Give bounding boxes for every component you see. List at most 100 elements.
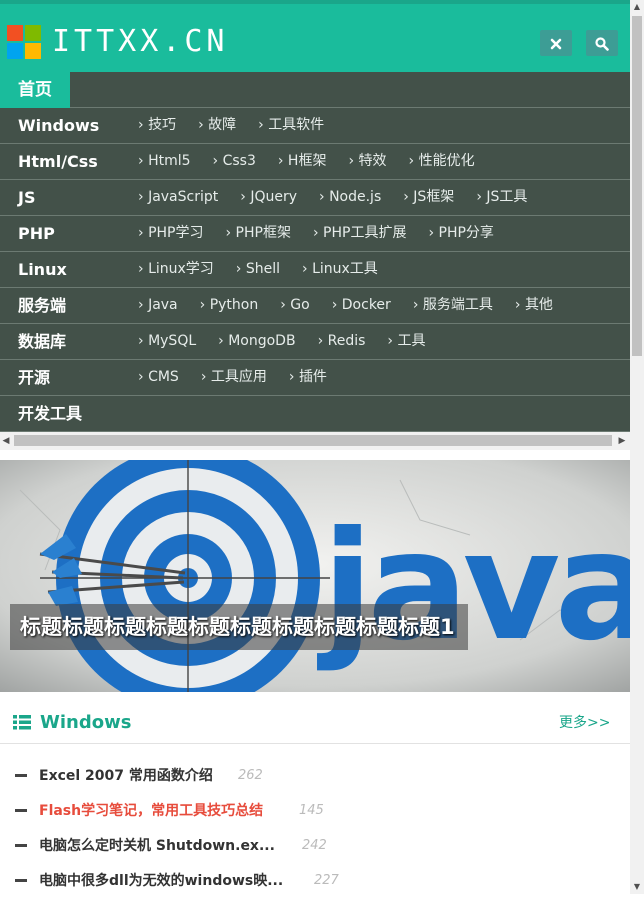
- search-button[interactable]: [586, 30, 618, 56]
- nav-home-row: 首页: [0, 72, 630, 108]
- nav-sub-link[interactable]: Python: [200, 297, 259, 313]
- nav-sub-link[interactable]: JQuery: [240, 189, 297, 205]
- nav-sub-link[interactable]: JS框架: [403, 189, 454, 205]
- dash-bullet-icon: [15, 774, 27, 777]
- close-icon: [550, 38, 562, 49]
- nav-row: JS JavaScript JQuery Node.js JS框架 JS工具: [0, 180, 630, 216]
- nav-subcategories: MySQL MongoDB Redis 工具: [138, 324, 447, 359]
- nav-subcategories: JavaScript JQuery Node.js JS框架 JS工具: [138, 180, 549, 215]
- vertical-scrollbar[interactable]: ▲ ▼: [630, 0, 644, 894]
- scroll-left-arrow-icon[interactable]: ◀: [0, 432, 12, 450]
- banner-slide[interactable]: java 标题标题标题标题标题标题标题标题标题标题1: [0, 460, 630, 692]
- nav-subcategories: Linux学习 Shell Linux工具: [138, 252, 400, 287]
- nav-row: 服务端 Java Python Go Docker 服务端工具 其他: [0, 288, 630, 324]
- search-icon: [595, 36, 609, 51]
- nav-sub-link[interactable]: JS工具: [476, 189, 527, 205]
- nav-sub-link[interactable]: Linux工具: [302, 261, 378, 277]
- horizontal-scroll-thumb[interactable]: [14, 435, 612, 446]
- nav-sub-link[interactable]: Docker: [332, 297, 391, 313]
- nav-sub-link[interactable]: Redis: [318, 333, 366, 349]
- article-title[interactable]: Excel 2007 常用函数介绍: [39, 764, 213, 788]
- view-count: 145: [299, 803, 324, 818]
- nav-sub-link[interactable]: 工具应用: [201, 369, 267, 385]
- nav-row: 开发工具: [0, 396, 630, 432]
- nav-category[interactable]: JS: [18, 180, 35, 215]
- nav-sub-link[interactable]: Linux学习: [138, 261, 214, 277]
- nav-sub-link[interactable]: 工具: [387, 333, 425, 349]
- list-item[interactable]: Excel 2007 常用函数介绍 262: [0, 760, 630, 795]
- banner-image: java: [0, 460, 630, 692]
- view-count: 242: [302, 838, 327, 853]
- nav-sub-link[interactable]: Html5: [138, 153, 191, 169]
- banner-caption[interactable]: 标题标题标题标题标题标题标题标题标题标题1: [10, 604, 468, 650]
- site-name[interactable]: ITTXX.CN: [52, 22, 229, 62]
- nav-sub-link[interactable]: 技巧: [138, 117, 176, 133]
- nav-home-tab[interactable]: 首页: [0, 72, 70, 108]
- nav-sub-link[interactable]: H框架: [278, 153, 327, 169]
- nav-category[interactable]: 开源: [18, 360, 50, 395]
- nav-sub-link[interactable]: PHP框架: [225, 225, 290, 241]
- dash-bullet-icon: [15, 844, 27, 847]
- nav-sub-link[interactable]: 特效: [348, 153, 386, 169]
- horizontal-scrollbar[interactable]: ◀ ▶: [0, 432, 630, 450]
- nav-category[interactable]: Html/Css: [18, 144, 98, 179]
- scroll-right-arrow-icon[interactable]: ▶: [616, 432, 628, 450]
- nav-sub-link[interactable]: Css3: [213, 153, 256, 169]
- nav-row: 开源 CMS 工具应用 插件: [0, 360, 630, 396]
- nav-category[interactable]: PHP: [18, 216, 55, 251]
- windows-logo-icon[interactable]: [7, 25, 41, 59]
- site-header: ITTXX.CN: [0, 0, 630, 72]
- close-button[interactable]: [540, 30, 572, 56]
- dash-bullet-icon: [15, 809, 27, 812]
- nav-category[interactable]: 数据库: [18, 324, 66, 359]
- article-title[interactable]: Flash学习笔记，常用工具技巧总结: [39, 799, 263, 823]
- vertical-scroll-thumb[interactable]: [632, 16, 642, 356]
- nav-sub-link[interactable]: 插件: [289, 369, 327, 385]
- nav-row: PHP PHP学习 PHP框架 PHP工具扩展 PHP分享: [0, 216, 630, 252]
- windows-section-header: Windows 更多>>: [0, 703, 630, 744]
- article-list: Excel 2007 常用函数介绍 262 Flash学习笔记，常用工具技巧总结 14…: [0, 760, 630, 900]
- nav-subcategories: Java Python Go Docker 服务端工具 其他: [138, 288, 575, 323]
- list-item[interactable]: 电脑怎么定时关机 Shutdown.ex... 242: [0, 830, 630, 865]
- nav-subcategories: 技巧 故障 工具软件: [138, 108, 346, 143]
- nav-sub-link[interactable]: PHP分享: [428, 225, 493, 241]
- nav-subcategories: PHP学习 PHP框架 PHP工具扩展 PHP分享: [138, 216, 516, 251]
- scroll-down-arrow-icon[interactable]: ▼: [630, 880, 644, 894]
- section-title[interactable]: Windows: [40, 709, 131, 737]
- more-link[interactable]: 更多>>: [559, 711, 610, 735]
- article-title[interactable]: 电脑中很多dll为无效的windows映...: [39, 869, 283, 893]
- nav-sub-link[interactable]: 服务端工具: [413, 297, 493, 313]
- nav-sub-link[interactable]: MySQL: [138, 333, 196, 349]
- dash-bullet-icon: [15, 879, 27, 882]
- view-count: 262: [238, 768, 263, 783]
- scroll-up-arrow-icon[interactable]: ▲: [630, 0, 644, 14]
- nav-category[interactable]: Linux: [18, 252, 67, 287]
- nav-sub-link[interactable]: JavaScript: [138, 189, 218, 205]
- article-title[interactable]: 电脑怎么定时关机 Shutdown.ex...: [39, 834, 275, 858]
- nav-sub-link[interactable]: Go: [280, 297, 309, 313]
- nav-sub-link[interactable]: 性能优化: [409, 153, 475, 169]
- nav-subcategories: Html5 Css3 H框架 特效 性能优化: [138, 144, 497, 179]
- nav-row: Windows 技巧 故障 工具软件: [0, 108, 630, 144]
- nav-category[interactable]: 开发工具: [18, 396, 82, 431]
- list-item[interactable]: Flash学习笔记，常用工具技巧总结 145: [0, 795, 630, 830]
- nav-sub-link[interactable]: MongoDB: [218, 333, 295, 349]
- nav-category[interactable]: Windows: [18, 108, 99, 143]
- nav-sub-link[interactable]: 故障: [198, 117, 236, 133]
- nav-sub-link[interactable]: 工具软件: [258, 117, 324, 133]
- nav-row: Linux Linux学习 Shell Linux工具: [0, 252, 630, 288]
- nav-sub-link[interactable]: 其他: [515, 297, 553, 313]
- main-nav: 首页 Windows 技巧 故障 工具软件 Html/Css Html5 Css3 H框架 特效…: [0, 72, 630, 432]
- nav-sub-link[interactable]: PHP工具扩展: [313, 225, 406, 241]
- list-icon: [13, 715, 31, 730]
- nav-sub-link[interactable]: CMS: [138, 369, 179, 385]
- view-count: 227: [314, 873, 339, 888]
- nav-sub-link[interactable]: Node.js: [319, 189, 381, 205]
- nav-row: 数据库 MySQL MongoDB Redis 工具: [0, 324, 630, 360]
- list-item[interactable]: 电脑中很多dll为无效的windows映... 227: [0, 865, 630, 900]
- nav-category[interactable]: 服务端: [18, 288, 66, 323]
- nav-row: Html/Css Html5 Css3 H框架 特效 性能优化: [0, 144, 630, 180]
- nav-sub-link[interactable]: Shell: [236, 261, 280, 277]
- nav-sub-link[interactable]: Java: [138, 297, 178, 313]
- nav-sub-link[interactable]: PHP学习: [138, 225, 203, 241]
